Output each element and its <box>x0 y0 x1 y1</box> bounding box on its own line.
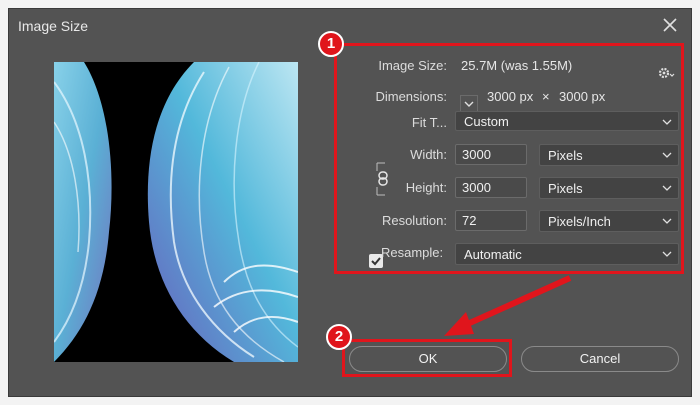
highlight-box-settings <box>334 43 684 274</box>
highlight-box-ok <box>342 339 512 377</box>
step-badge-2: 2 <box>326 324 352 350</box>
title-bar: Image Size <box>9 9 691 43</box>
step-badge-1: 1 <box>318 31 344 57</box>
image-preview <box>54 62 298 362</box>
cancel-button[interactable]: Cancel <box>521 346 679 372</box>
close-icon[interactable] <box>659 14 681 36</box>
wings-preview-image <box>54 62 298 362</box>
dialog-title: Image Size <box>18 18 89 34</box>
